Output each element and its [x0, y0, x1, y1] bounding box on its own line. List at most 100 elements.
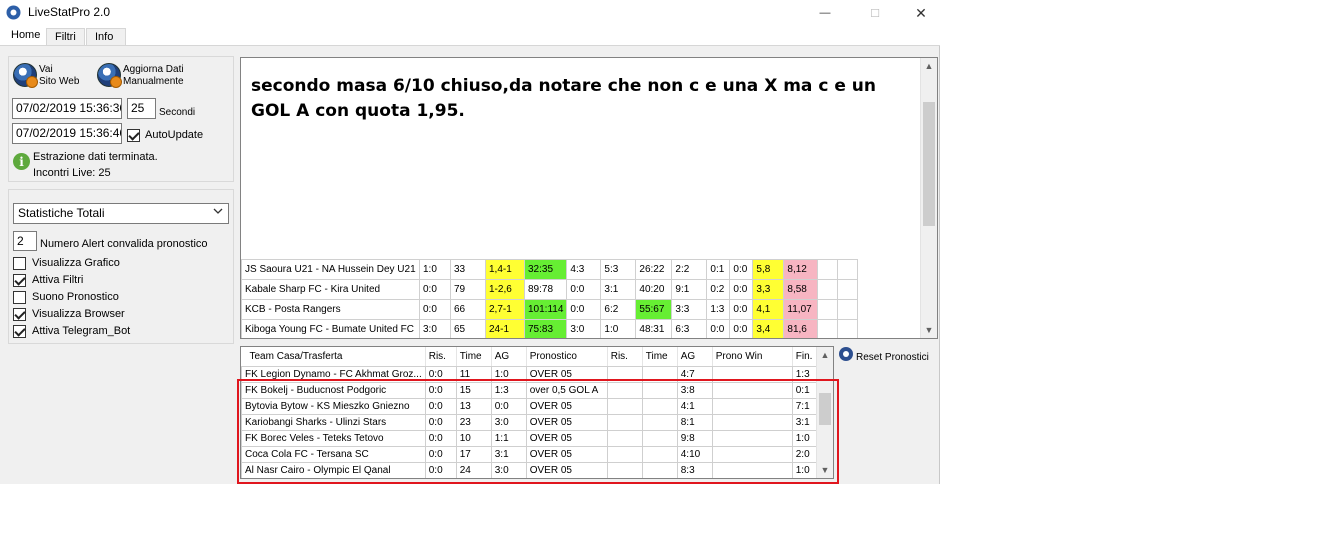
- table-row[interactable]: KCB - Posta Rangers 0:0 66 2,7-1 101:114…: [241, 299, 859, 320]
- scroll-up-icon[interactable]: ▲: [921, 58, 937, 74]
- live-cell: [837, 319, 859, 338]
- live-cell: 75:83: [523, 319, 568, 338]
- sito-web-label[interactable]: Sito Web: [39, 76, 79, 87]
- vai-label[interactable]: Vai: [39, 64, 53, 75]
- visualizza-browser-label: Visualizza Browser: [32, 308, 125, 320]
- website-icon[interactable]: [13, 63, 38, 88]
- live-cell: 4:3: [566, 259, 602, 280]
- live-count-text: Incontri Live: 25: [33, 167, 111, 179]
- info-icon: i: [13, 153, 30, 170]
- live-cell: 81,6: [783, 319, 819, 338]
- statistics-select-value: Statistiche Totali: [18, 206, 105, 220]
- alert-label: Numero Alert convalida pronostico: [40, 238, 208, 250]
- scroll-up-icon[interactable]: ▲: [817, 347, 833, 363]
- live-cell: 66: [450, 299, 486, 320]
- live-cell: 0:1: [706, 259, 731, 280]
- tab-home[interactable]: Home: [2, 26, 50, 46]
- scroll-down-icon[interactable]: ▼: [921, 322, 937, 338]
- datetime-field-2[interactable]: 07/02/2019 15:36:46: [12, 123, 122, 144]
- live-cell: 9:1: [671, 279, 708, 300]
- live-cell: 24-1: [485, 319, 525, 338]
- column-header[interactable]: AG: [677, 347, 713, 367]
- tab-divider: [0, 45, 940, 46]
- table-row[interactable]: Kiboga Young FC - Bumate United FC 3:0 6…: [241, 319, 859, 338]
- suono-pronostico-label: Suono Pronostico: [32, 291, 119, 303]
- column-header[interactable]: AG: [491, 347, 527, 367]
- live-cell: 65: [450, 319, 486, 338]
- live-cell: 0:0: [706, 319, 731, 338]
- reset-predictions-icon[interactable]: [838, 346, 854, 362]
- live-cell: 11,07: [783, 299, 819, 320]
- live-cell: KCB - Posta Rangers: [241, 299, 420, 320]
- telegram-bot-label: Attiva Telegram_Bot: [32, 325, 131, 337]
- live-cell: 3:1: [600, 279, 637, 300]
- visualizza-grafico-checkbox[interactable]: [13, 257, 26, 270]
- autoupdate-checkbox[interactable]: [127, 129, 140, 142]
- window-title: LiveStatPro 2.0: [28, 5, 111, 19]
- live-cell: 8,58: [783, 279, 819, 300]
- live-cell: 5:3: [600, 259, 637, 280]
- live-cell: [837, 279, 859, 300]
- live-cell: [817, 259, 839, 280]
- live-cell: 0:0: [729, 279, 754, 300]
- datetime-field-1[interactable]: 07/02/2019 15:36:36: [12, 98, 122, 119]
- column-header[interactable]: Team Casa/Trasferta: [241, 347, 426, 367]
- scroll-thumb[interactable]: [923, 102, 935, 226]
- statistics-select[interactable]: Statistiche Totali: [13, 203, 229, 224]
- column-header[interactable]: Time: [642, 347, 678, 367]
- live-cell: 79: [450, 279, 486, 300]
- minimize-button[interactable]: —: [802, 0, 848, 26]
- column-header[interactable]: Ris.: [607, 347, 643, 367]
- table-row[interactable]: Kabale Sharp FC - Kira United 0:0 79 1-2…: [241, 279, 859, 300]
- live-cell: [817, 299, 839, 320]
- live-cell: 1,4-1: [485, 259, 525, 280]
- live-cell: 26:22: [635, 259, 673, 280]
- reset-predictions-button[interactable]: Reset Pronostici: [856, 352, 929, 363]
- seconds-field[interactable]: 25: [127, 98, 156, 119]
- live-cell: [837, 299, 859, 320]
- live-cell: 3:3: [671, 299, 708, 320]
- seconds-label: Secondi: [159, 107, 196, 118]
- live-cell: 3,3: [752, 279, 785, 300]
- visualizza-browser-checkbox[interactable]: [13, 308, 26, 321]
- live-cell: 4,1: [752, 299, 785, 320]
- annotation-text: secondo masa 6/10 chiuso,da notare che n…: [251, 76, 876, 121]
- column-header[interactable]: Pronostico: [526, 347, 608, 367]
- live-cell: 6:3: [671, 319, 708, 338]
- manualmente-label[interactable]: Manualmente: [123, 76, 184, 87]
- live-cell: Kiboga Young FC - Bumate United FC: [241, 319, 420, 338]
- table-row[interactable]: JS Saoura U21 - NA Hussein Dey U21 1:0 3…: [241, 259, 859, 280]
- live-cell: 0:0: [566, 279, 602, 300]
- live-cell: 6:2: [600, 299, 637, 320]
- live-cell: 0:0: [729, 299, 754, 320]
- refresh-data-icon[interactable]: [97, 63, 122, 88]
- tab-filtri[interactable]: Filtri: [46, 28, 85, 46]
- table-header-row: Team Casa/Trasferta Ris. Time AG Pronost…: [241, 347, 823, 367]
- live-cell: 3,4: [752, 319, 785, 338]
- live-cell: [837, 259, 859, 280]
- live-cell: 32:35: [523, 259, 568, 280]
- live-cell: 2:2: [671, 259, 708, 280]
- suono-pronostico-checkbox[interactable]: [13, 291, 26, 304]
- maximize-button[interactable]: ☐: [852, 0, 898, 26]
- tab-strip: [0, 26, 940, 46]
- live-cell: 40:20: [635, 279, 673, 300]
- tab-info[interactable]: Info: [86, 28, 126, 46]
- attiva-filtri-label: Attiva Filtri: [32, 274, 84, 286]
- telegram-bot-checkbox[interactable]: [13, 325, 26, 338]
- column-header[interactable]: Time: [456, 347, 492, 367]
- column-header[interactable]: Prono Win: [712, 347, 793, 367]
- live-cell: 1:0: [419, 259, 451, 280]
- live-cell: 33: [450, 259, 486, 280]
- live-cell: 8,12: [783, 259, 819, 280]
- column-header[interactable]: Ris.: [425, 347, 457, 367]
- live-cell: 1:0: [600, 319, 637, 338]
- browser-panel[interactable]: secondo masa 6/10 chiuso,da notare che n…: [240, 57, 938, 339]
- alert-count-field[interactable]: 2: [13, 231, 37, 251]
- browser-scrollbar[interactable]: ▲ ▼: [920, 58, 937, 338]
- aggiorna-label[interactable]: Aggiorna Dati: [123, 64, 184, 75]
- attiva-filtri-checkbox[interactable]: [13, 274, 26, 287]
- live-cell: 0:2: [706, 279, 731, 300]
- live-cell: 3:0: [566, 319, 602, 338]
- close-button[interactable]: ✕: [898, 0, 944, 26]
